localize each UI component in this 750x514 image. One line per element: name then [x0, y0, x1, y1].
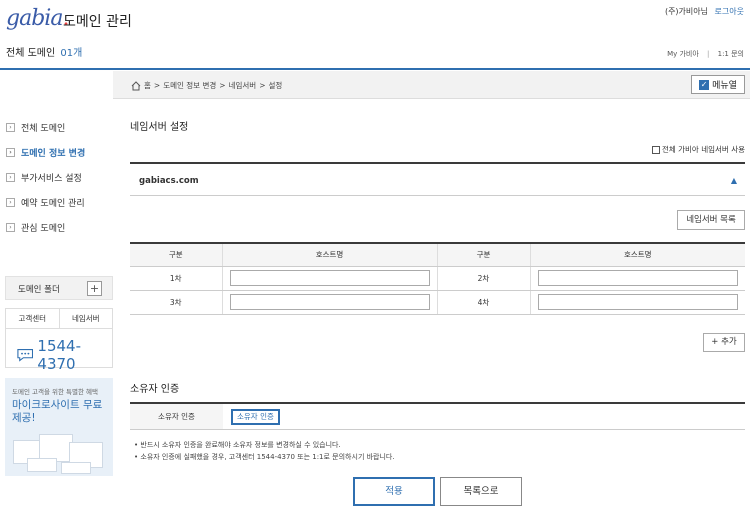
ns3-host-input[interactable] — [229, 294, 430, 310]
column-header: 호스트명 — [221, 243, 437, 267]
ns2-host-input[interactable] — [537, 270, 738, 286]
gabia-logo[interactable]: gabia. — [6, 6, 69, 31]
home-icon[interactable] — [131, 80, 141, 91]
chevron-right-icon: › — [6, 173, 15, 182]
notice-item: • 소유자 인증에 실패했을 경우, 고객센터 1544-4370 또는 1:1… — [134, 453, 395, 461]
owner-verify-table: 소유자 인증 소유자 인증 — [130, 402, 745, 430]
ns1-host-input[interactable] — [229, 270, 430, 286]
sidebar-item-all-domains[interactable]: › 전체 도메인 — [0, 115, 113, 140]
support-tabs: 고객센터 네임서버 — [6, 309, 112, 329]
chevron-right-icon: › — [6, 148, 15, 157]
domain-folder-label: 도메인 폴더 — [18, 285, 60, 295]
table-header-row: 구분 호스트명 구분 호스트명 — [130, 243, 745, 267]
domain-count: 01개 — [60, 48, 83, 59]
notice-item: • 반드시 소유자 인증을 완료해야 소유자 정보를 변경하실 수 있습니다. — [134, 441, 341, 449]
notice-list: • 반드시 소유자 인증을 완료해야 소유자 정보를 변경하실 수 있습니다. … — [134, 439, 395, 463]
owner-verify-header: 소유자 인증 — [130, 404, 223, 429]
microsite-banner[interactable]: 도메인 고객을 위한 특별한 혜택 마이크로사이트 무료 제공! — [5, 378, 113, 476]
menu-open-button[interactable]: ✓ 메뉴열 — [691, 75, 745, 94]
tab-customer-center[interactable]: 고객센터 — [6, 309, 60, 328]
sidebar-nav: › 전체 도메인 › 도메인 정보 변경 › 부가서비스 설정 › 예약 도메인… — [0, 115, 113, 240]
breadcrumb-sep: > — [153, 81, 161, 90]
back-to-list-button[interactable]: 목록으로 — [440, 477, 522, 506]
my-gabia-link[interactable]: My 가비아 — [667, 50, 699, 58]
sidebar-item-domain-info-change[interactable]: › 도메인 정보 변경 — [0, 140, 113, 165]
add-nameserver-button[interactable]: + 추가 — [703, 333, 745, 352]
nameserver-list-button[interactable]: 네임서버 목록 — [677, 210, 745, 230]
ns-order-label: 2차 — [436, 266, 530, 291]
breadcrumb-current: 설정 — [268, 81, 283, 90]
use-all-checkbox[interactable] — [651, 145, 660, 154]
domain-folder: 도메인 폴더 + — [5, 276, 113, 300]
breadcrumb-sep: > — [219, 81, 226, 90]
app-title: 도메인 관리 — [63, 14, 132, 30]
breadcrumb-nameserver[interactable]: 네임서버 — [229, 80, 257, 91]
chevron-right-icon: › — [6, 198, 15, 207]
use-all-gabia-ns[interactable]: 전체 가비아 네임서버 사용 — [651, 144, 745, 155]
check-icon: ✓ — [699, 79, 710, 90]
ns4-host-input[interactable] — [537, 294, 738, 310]
action-buttons: 적용 목록으로 — [130, 477, 745, 507]
banner-subtitle: 도메인 고객을 위한 특별한 혜택 — [12, 388, 99, 396]
collapse-arrow-icon[interactable]: ▲ — [731, 176, 737, 185]
phone-number: 1544-4370 — [37, 337, 82, 373]
chat-icon — [17, 348, 34, 362]
table-row: 3차 4차 — [130, 290, 745, 315]
page-title: 네임서버 설정 — [130, 122, 189, 133]
user-name: (주)가비아님 — [664, 7, 708, 16]
logout-link[interactable]: 로그아웃 — [715, 7, 744, 16]
nameserver-table: 구분 호스트명 구분 호스트명 1차 2차 3차 4차 — [130, 242, 745, 315]
domain-row[interactable]: gabiacs.com ▲ — [130, 162, 745, 196]
support-phone: 1544-4370 — [6, 329, 112, 373]
breadcrumb-home[interactable]: 홈 — [144, 80, 151, 91]
chevron-right-icon: › — [6, 223, 15, 232]
all-domains-count: 전체 도메인 01개 — [6, 48, 83, 59]
table-row: 1차 2차 — [130, 266, 745, 291]
ns-order-label: 4차 — [436, 290, 530, 315]
link-separator: | — [707, 50, 710, 58]
chevron-right-icon: › — [6, 123, 15, 132]
add-folder-button[interactable]: + — [87, 281, 102, 296]
ns-order-label: 3차 — [130, 290, 222, 315]
sidebar-item-reserved-domains[interactable]: › 예약 도메인 관리 — [0, 190, 113, 215]
ns-order-label: 1차 — [130, 266, 222, 291]
support-box: 고객센터 네임서버 1544-4370 — [5, 308, 113, 373]
column-header: 구분 — [436, 243, 530, 267]
owner-section-title: 소유자 인증 — [130, 384, 180, 395]
user-area: (주)가비아님 로그아웃 — [665, 6, 744, 17]
owner-verify-button[interactable]: 소유자 인증 — [231, 408, 280, 425]
breadcrumb-domain-info[interactable]: 도메인 정보 변경 — [163, 80, 216, 91]
apply-button[interactable]: 적용 — [353, 477, 435, 506]
breadcrumb-bar: 홈 > 도메인 정보 변경 > 네임서버 > 설정 ✓ 메뉴열 — [113, 71, 750, 99]
column-header: 구분 — [130, 243, 222, 267]
sidebar-item-watch-domains[interactable]: › 관심 도메인 — [0, 215, 113, 240]
breadcrumb-sep: > — [259, 81, 266, 90]
inquiry-link[interactable]: 1:1 문의 — [718, 50, 744, 58]
top-links: My 가비아 | 1:1 문의 — [667, 49, 744, 59]
breadcrumb: 홈 > 도메인 정보 변경 > 네임서버 > 설정 — [131, 80, 282, 91]
banner-title: 마이크로사이트 무료 제공! — [12, 399, 103, 424]
domain-name: gabiacs.com — [139, 176, 199, 186]
tab-nameserver[interactable]: 네임서버 — [60, 309, 113, 328]
sidebar-item-addon-settings[interactable]: › 부가서비스 설정 — [0, 165, 113, 190]
header: gabia. 도메인 관리 (주)가비아님 로그아웃 전체 도메인 01개 My… — [0, 0, 750, 70]
column-header: 호스트명 — [529, 243, 745, 267]
